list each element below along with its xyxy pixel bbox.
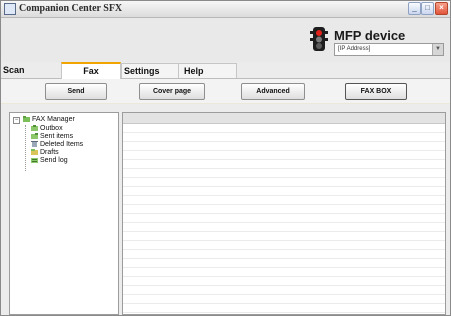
collapse-icon[interactable]: − bbox=[13, 117, 20, 124]
device-title: MFP device bbox=[334, 28, 406, 43]
sent-items-icon bbox=[31, 133, 38, 139]
send-button[interactable]: Send bbox=[45, 83, 107, 100]
traffic-light-icon bbox=[310, 27, 328, 51]
close-icon[interactable]: × bbox=[435, 2, 448, 15]
list-header bbox=[123, 113, 445, 124]
tree-item-label: Outbox bbox=[40, 125, 63, 132]
app-window: Companion Center SFX _ □ × MFP device [I… bbox=[0, 0, 451, 316]
ip-address-value: [IP Address] bbox=[338, 46, 371, 52]
tab-scan[interactable]: Scan bbox=[1, 63, 63, 77]
minimize-icon[interactable]: _ bbox=[408, 2, 421, 15]
tree-connector bbox=[25, 125, 26, 171]
tree-item-drafts[interactable]: Drafts bbox=[31, 149, 59, 157]
advanced-button[interactable]: Advanced bbox=[241, 83, 305, 100]
drafts-icon bbox=[31, 149, 38, 155]
fax-list-view[interactable] bbox=[122, 112, 446, 315]
tree-item-label: Deleted Items bbox=[40, 141, 84, 148]
chevron-down-icon[interactable]: ▼ bbox=[432, 44, 443, 55]
tree-item-send-log[interactable]: Send log bbox=[31, 157, 68, 165]
tree-item-label: FAX Manager bbox=[32, 116, 75, 123]
fax-box-button[interactable]: FAX BOX bbox=[345, 83, 407, 100]
window-title: Companion Center SFX bbox=[19, 3, 123, 14]
log-icon bbox=[31, 158, 38, 163]
title-bar: Companion Center SFX _ □ × bbox=[1, 1, 450, 18]
tree-item-fax-manager[interactable]: FAX Manager bbox=[23, 116, 75, 124]
trash-icon bbox=[31, 141, 38, 147]
tab-help[interactable]: Help bbox=[178, 63, 237, 78]
ip-address-select[interactable]: [IP Address] ▼ bbox=[334, 43, 444, 56]
app-window-icon bbox=[4, 3, 16, 15]
tab-settings[interactable]: Settings bbox=[121, 63, 181, 78]
content-area: − FAX Manager Outbox Sent items Deleted … bbox=[1, 104, 450, 315]
tab-fax[interactable]: Fax bbox=[61, 62, 121, 80]
outbox-icon bbox=[31, 125, 38, 131]
maximize-icon[interactable]: □ bbox=[421, 2, 434, 15]
device-header: MFP device [IP Address] ▼ bbox=[1, 18, 450, 62]
tree-item-deleted-items[interactable]: Deleted Items bbox=[31, 141, 83, 149]
main-tabs: Scan Fax Settings Help bbox=[1, 62, 450, 80]
tree-item-label: Drafts bbox=[40, 149, 59, 156]
tree-item-label: Sent items bbox=[40, 133, 74, 140]
tree-item-outbox[interactable]: Outbox bbox=[31, 125, 63, 133]
fax-toolbar: Send Cover page Advanced FAX BOX bbox=[1, 79, 450, 103]
folder-icon bbox=[23, 116, 30, 122]
tree-item-sent-items[interactable]: Sent items bbox=[31, 133, 73, 141]
tree-item-label: Send log bbox=[40, 157, 68, 164]
fax-manager-tree[interactable]: − FAX Manager Outbox Sent items Deleted … bbox=[9, 112, 119, 315]
cover-page-button[interactable]: Cover page bbox=[139, 83, 205, 100]
list-rows bbox=[123, 124, 445, 314]
